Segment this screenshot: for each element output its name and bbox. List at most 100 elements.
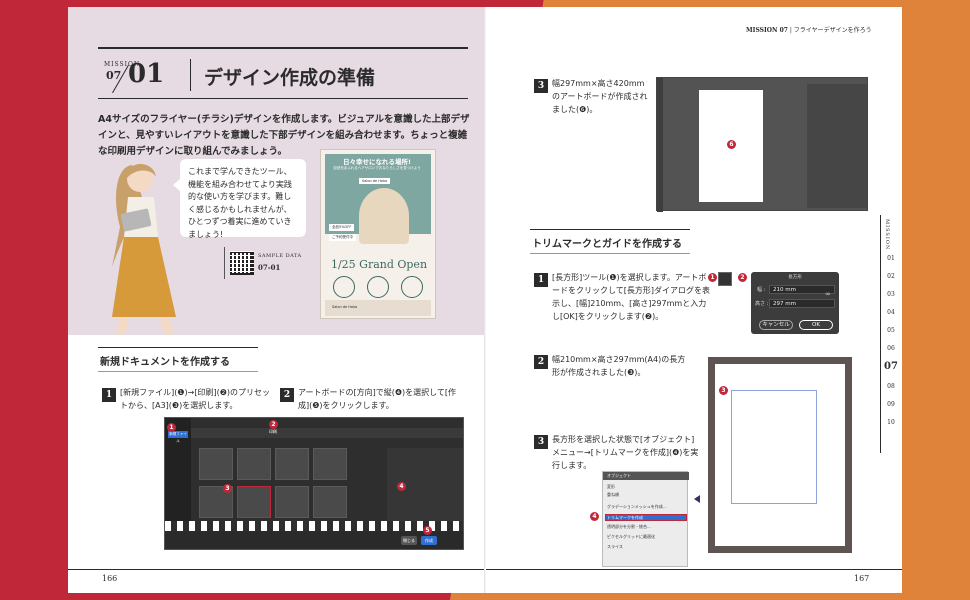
sample-data-number: 07-01: [258, 263, 281, 272]
menu-item-gradient-mesh[interactable]: グラデーションメッシュを作成...: [607, 504, 685, 510]
nav-item-07-active[interactable]: 07: [882, 361, 900, 372]
rectangle-tool-icon[interactable]: [718, 272, 732, 286]
screenshot-footer: [165, 531, 463, 549]
section-rule-bottom: [98, 371, 258, 372]
print-tab[interactable]: 印刷: [269, 429, 277, 435]
nav-item-08[interactable]: 08: [882, 383, 900, 390]
qr-divider: [224, 247, 225, 279]
nav-item-10[interactable]: 10: [882, 419, 900, 426]
flyer-shop-name: Salon de Hoka: [332, 305, 358, 309]
trim-step-text-3: 長方形を選択した状態で[オブジェクト]メニュー→[トリムマークを作成](❹)を実…: [552, 435, 699, 470]
step-number-3: 3: [534, 79, 548, 93]
flyer-subline: 自然光あふれるヘアサロンでおなたらしさを見つけよう: [333, 166, 421, 170]
height-label: 高さ :: [755, 301, 769, 307]
flyer-headline: 日々幸せになれる場所!: [343, 158, 411, 166]
qr-code-grid: [230, 251, 254, 275]
mission-number: 01: [128, 59, 165, 89]
step-number-1: 1: [102, 388, 116, 402]
trim-step-text-2: 幅210mm×高さ297mm(A4)の長方形が作成されました(❸)。: [552, 355, 686, 377]
flyer-grand-open: 1/25 Grand Open: [330, 258, 428, 271]
callout-badge-1: 1: [708, 273, 717, 282]
new-document-screenshot: 新規ファイル 印刷 閉じる 作成 1 2 3 4 5: [164, 417, 464, 550]
nav-item-06[interactable]: 06: [882, 345, 900, 352]
menu-item-slice[interactable]: スライス: [607, 544, 685, 550]
flyer-circle-1: [333, 276, 355, 298]
flyer-circle-3: [401, 276, 423, 298]
callout-badge-2: 2: [269, 420, 278, 429]
running-header: MISSION 07 | フライヤーデザインを作ろう: [746, 27, 872, 34]
running-header-mission: MISSION 07: [746, 27, 788, 34]
nav-item-03[interactable]: 03: [882, 291, 900, 298]
flyer-tag-shop: Salon de Hoka: [359, 178, 391, 184]
nav-item-09[interactable]: 09: [882, 401, 900, 408]
left-page: MISSION 07 01 デザイン作成の準備 A4サイズのフライヤー(チラシ)…: [68, 7, 486, 593]
running-header-title: フライヤーデザインを作ろう: [793, 27, 872, 34]
preset-card[interactable]: [275, 448, 309, 480]
flyer-photo: [359, 188, 409, 244]
mission-title: デザイン作成の準備: [204, 67, 376, 89]
preset-card[interactable]: [237, 448, 271, 480]
mission-heading: MISSION 07 01 デザイン作成の準備: [98, 47, 468, 99]
link-icon[interactable]: ∞: [825, 290, 831, 298]
menu-item-transform[interactable]: 変形: [607, 484, 685, 490]
trim-step-number-1: 1: [534, 273, 548, 287]
selected-rectangle[interactable]: [731, 390, 817, 504]
ok-button[interactable]: OK: [799, 320, 833, 330]
properties-panel: [807, 84, 867, 208]
section-rule-top: [98, 347, 258, 348]
trim-step-number-3: 3: [534, 435, 548, 449]
callout-badge-4: 4: [590, 512, 599, 521]
flyer-tag-discount: 全品5%OFF: [329, 224, 355, 231]
rectangle-dialog: 長方形 幅 : 210 mm 高さ : 297 mm ∞ キャンセル OK: [751, 272, 839, 334]
callout-badge-2: 2: [738, 273, 747, 282]
preset-card[interactable]: [199, 448, 233, 480]
callout-badge-5: 5: [423, 526, 432, 535]
callout-badge-3: 3: [719, 386, 728, 395]
speech-bubble: これまで学んできたツール、機能を組み合わせてより実践的な使い方を学びます。難しく…: [173, 159, 306, 239]
create-button[interactable]: 作成: [421, 536, 437, 545]
step-text-3: 幅297mm×高さ420mmのアートボードが作成されました(❻)。: [552, 79, 648, 114]
step-number-2: 2: [280, 388, 294, 402]
dialog-title: 長方形: [788, 275, 802, 280]
footer-rule: [486, 569, 902, 570]
preset-card-a3[interactable]: [237, 486, 271, 518]
nav-item-04[interactable]: 04: [882, 309, 900, 316]
callout-badge-6: 6: [727, 140, 736, 149]
menu-title[interactable]: オブジェクト: [607, 473, 631, 479]
mission-divider: [190, 59, 191, 91]
section-title-trim: トリムマークとガイドを作成する: [532, 239, 682, 250]
preset-card[interactable]: [313, 486, 347, 518]
menu-item-create-trim-marks[interactable]: トリムマークを作成: [607, 515, 685, 521]
callout-badge-3: 3: [223, 484, 232, 493]
artboard-with-rectangle: 3: [708, 357, 852, 553]
chapter-side-nav: [880, 215, 902, 453]
menu-item-flatten[interactable]: 透明部分を分割・統合...: [607, 524, 685, 530]
artboard-screenshot: 6: [656, 77, 868, 212]
cancel-button[interactable]: キャンセル: [759, 320, 793, 330]
nav-item-02[interactable]: 02: [882, 273, 900, 280]
sample-data-label: SAMPLE DATA: [258, 253, 302, 259]
object-menu: オブジェクト 変形 重ね順 グラデーションメッシュを作成... トリムマークを作…: [602, 471, 689, 567]
preset-card[interactable]: [313, 448, 347, 480]
pointer-arrow-icon: [694, 495, 700, 503]
tools-panel: [657, 78, 663, 212]
section-rule-top: [530, 229, 690, 230]
callout-badge-4: 4: [397, 482, 406, 491]
height-field[interactable]: 297 mm: [769, 299, 835, 308]
nav-item-01[interactable]: 01: [882, 255, 900, 262]
flyer-circle-2: [367, 276, 389, 298]
screenshot-cut-wave: [165, 521, 463, 531]
menu-item-pixel-grid[interactable]: ピクセルグリッドに最適化: [607, 534, 685, 540]
preset-card[interactable]: [275, 486, 309, 518]
close-button[interactable]: 閉じる: [401, 536, 417, 545]
nav-item-05[interactable]: 05: [882, 327, 900, 334]
footer-rule: [68, 569, 486, 570]
flyer-tag-reserve: ご予約受付中: [329, 234, 356, 241]
section-rule-bottom: [530, 253, 690, 254]
flyer-preview: 日々幸せになれる場所! 自然光あふれるヘアサロンでおなたらしさを見つけよう Sa…: [320, 149, 436, 319]
page-number-left: 166: [102, 574, 118, 583]
menu-item-arrange[interactable]: 重ね順: [607, 492, 685, 498]
trim-step-text-1: [長方形]ツール(❶)を選択します。アートボードをクリックして[長方形]ダイアロ…: [552, 273, 711, 321]
new-file-button[interactable]: 新規ファイル: [168, 431, 188, 443]
side-nav-title: MISSION: [884, 219, 890, 251]
